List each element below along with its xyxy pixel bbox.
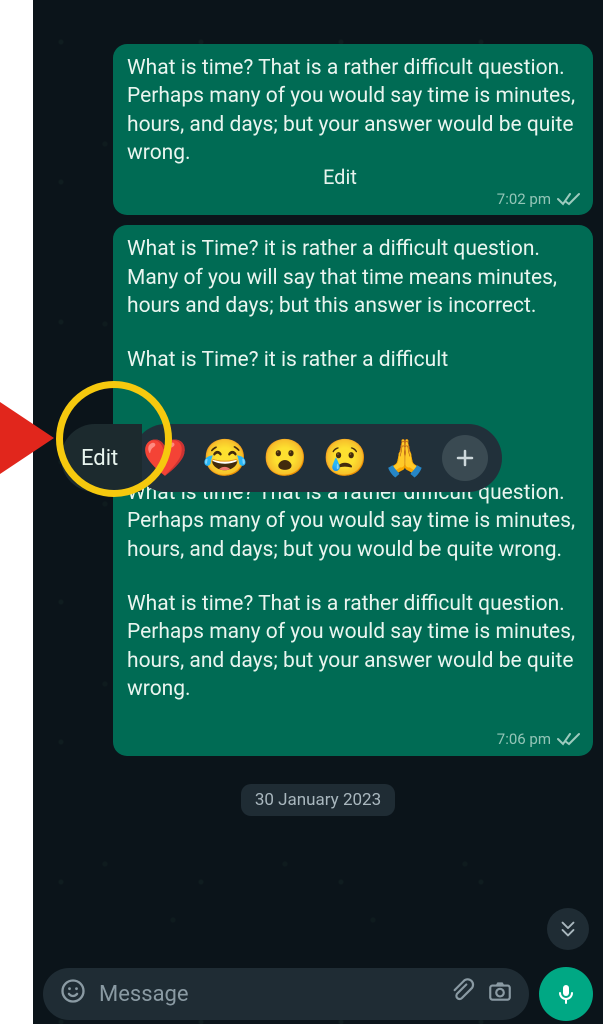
message-meta: 7:06 pm: [497, 729, 581, 749]
message-paragraph: What is time? That is a rather difficult…: [127, 590, 579, 703]
reaction-wow[interactable]: 😮: [262, 440, 308, 476]
screenshot-left-margin: [0, 0, 33, 1024]
chat-area: What is time? That is a rather difficult…: [33, 0, 603, 1024]
message-input-pill[interactable]: Message: [43, 968, 529, 1020]
camera-icon[interactable]: [487, 978, 513, 1010]
reaction-bar-wrapper: Edit ❤️ 😂 😮 😢 🙏: [33, 421, 553, 495]
reaction-sad[interactable]: 😢: [322, 440, 368, 476]
attach-icon[interactable]: [449, 978, 475, 1010]
message-paragraph-partial: What is Time? it is rather a difficult: [127, 346, 579, 374]
scroll-to-bottom-button[interactable]: [547, 908, 589, 950]
chevrons-down-icon: [557, 918, 579, 940]
emoji-icon[interactable]: [59, 977, 87, 1011]
message-text: What is time? That is a rather difficult…: [127, 54, 579, 167]
reaction-joy[interactable]: 😂: [202, 440, 248, 476]
edit-button[interactable]: Edit: [61, 424, 142, 492]
message-paragraph: What is Time? it is rather a difficult q…: [127, 235, 579, 320]
voice-message-button[interactable]: [539, 967, 593, 1021]
reaction-bar: ❤️ 😂 😮 😢 🙏: [132, 424, 502, 492]
edited-label: Edit: [323, 164, 357, 191]
mic-icon: [554, 982, 578, 1006]
message-input-row: Message: [43, 964, 593, 1024]
annotation-red-arrow: [0, 402, 60, 474]
reaction-pray[interactable]: 🙏: [382, 440, 428, 476]
date-separator-row: 30 January 2023: [43, 784, 593, 816]
double-check-icon: [557, 731, 581, 747]
reaction-heart[interactable]: ❤️: [142, 440, 188, 476]
reaction-more-button[interactable]: [442, 435, 488, 481]
double-check-icon: [557, 191, 581, 207]
message-time: 7:02 pm: [497, 189, 551, 209]
outgoing-message[interactable]: What is time? That is a rather difficult…: [113, 44, 593, 215]
message-input-placeholder: Message: [99, 982, 437, 1007]
date-separator: 30 January 2023: [241, 784, 395, 816]
message-meta: 7:02 pm: [497, 189, 581, 209]
message-time: 7:06 pm: [497, 729, 551, 749]
